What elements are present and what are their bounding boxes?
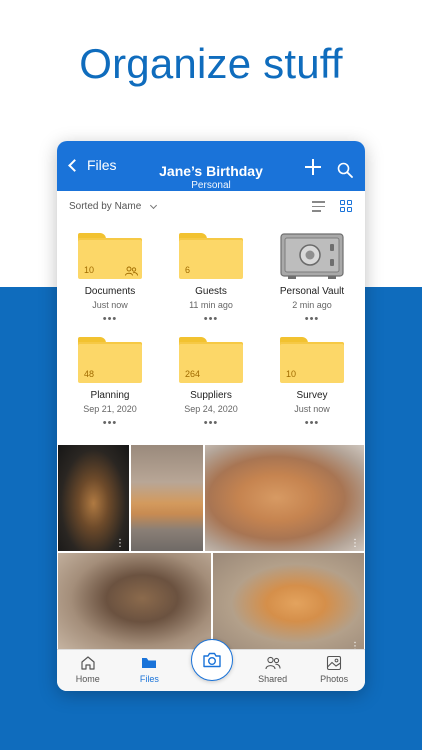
folder-icon: 264: [179, 337, 243, 383]
nav-shared[interactable]: Shared: [242, 650, 304, 691]
search-icon[interactable]: [337, 162, 353, 178]
folder-item-planning[interactable]: 48 Planning Sep 21, 2020 •••: [69, 337, 151, 441]
folder-grid: 10 Documents Just now ••• 6 Guests 11 mi…: [57, 233, 365, 441]
phone-screen: Files Jane’s Birthday Personal Sorted by…: [57, 141, 365, 691]
chevron-down-icon: [150, 201, 158, 209]
more-options-icon[interactable]: •••: [305, 418, 320, 429]
folder-name: Guests: [195, 286, 227, 297]
nav-shared-label: Shared: [258, 674, 288, 684]
folder-item-survey[interactable]: 10 Survey Just now •••: [271, 337, 353, 441]
nav-home[interactable]: Home: [57, 650, 119, 691]
folder-item-guests[interactable]: 6 Guests 11 min ago •••: [170, 233, 252, 337]
nav-photos-label: Photos: [320, 674, 349, 684]
folder-count: 10: [84, 265, 95, 275]
folder-count: 48: [84, 369, 95, 379]
photo-thumbnail[interactable]: ⋮: [58, 445, 129, 551]
folder-name: Planning: [90, 390, 130, 401]
vault-safe-icon: [280, 233, 344, 279]
folder-date: 11 min ago: [189, 300, 233, 310]
grid-view-icon[interactable]: [340, 200, 353, 213]
folder-item-documents[interactable]: 10 Documents Just now •••: [69, 233, 151, 337]
camera-icon: [203, 652, 221, 668]
photos-icon: [327, 655, 342, 671]
folder-icon: 10: [78, 233, 142, 279]
more-options-icon[interactable]: •••: [103, 314, 118, 325]
folder-item-personal-vault[interactable]: Personal Vault 2 min ago •••: [271, 233, 353, 337]
folder-date: Sep 24, 2020: [184, 404, 238, 414]
folder-icon: 6: [179, 233, 243, 279]
folder-count: 10: [286, 369, 297, 379]
sort-bar: Sorted by Name: [57, 197, 365, 223]
folder-date: 2 min ago: [292, 300, 332, 310]
folder-count: 6: [185, 265, 191, 275]
more-options-icon[interactable]: •••: [204, 418, 219, 429]
home-icon: [81, 656, 95, 670]
sort-label: Sorted by Name: [69, 201, 142, 212]
add-icon[interactable]: [305, 159, 321, 175]
photo-thumbnail[interactable]: ⋮: [213, 553, 364, 654]
folder-date: Just now: [92, 300, 128, 310]
photo-thumbnail[interactable]: [131, 445, 203, 551]
folder-item-suppliers[interactable]: 264 Suppliers Sep 24, 2020 •••: [170, 337, 252, 441]
photo-thumbnail[interactable]: [58, 553, 211, 654]
more-options-icon[interactable]: ⋮: [350, 539, 360, 549]
folder-count: 264: [185, 369, 201, 379]
nav-photos[interactable]: Photos: [303, 650, 365, 691]
folder-name: Documents: [84, 286, 136, 297]
more-options-icon[interactable]: •••: [305, 314, 320, 325]
more-options-icon[interactable]: •••: [204, 314, 219, 325]
folder-icon: 48: [78, 337, 142, 383]
folder-name: Survey: [296, 390, 328, 401]
photo-grid: ⋮ ⋮ ⋮: [57, 444, 365, 654]
photo-thumbnail[interactable]: ⋮: [205, 445, 364, 551]
camera-button[interactable]: [191, 639, 233, 681]
folder-date: Just now: [294, 404, 330, 414]
folder-row: 10 Documents Just now ••• 6 Guests 11 mi…: [57, 233, 365, 337]
nav-files[interactable]: Files: [119, 650, 181, 691]
list-view-icon[interactable]: [312, 201, 325, 213]
folder-name: Suppliers: [190, 390, 232, 401]
page-subtitle: Personal: [191, 180, 231, 191]
folder-icon: 10: [280, 337, 344, 383]
sort-dropdown[interactable]: Sorted by Name: [69, 201, 158, 212]
nav-files-label: Files: [139, 674, 159, 684]
folder-icon: [142, 658, 157, 668]
shared-people-icon: [125, 266, 138, 276]
more-options-icon[interactable]: ⋮: [115, 539, 125, 549]
hero-title: Organize stuff: [79, 40, 343, 87]
shared-people-icon: [265, 656, 281, 670]
folder-date: Sep 21, 2020: [83, 404, 137, 414]
folder-row: 48 Planning Sep 21, 2020 ••• 264 Supplie…: [57, 337, 365, 441]
nav-home-label: Home: [75, 674, 100, 684]
more-options-icon[interactable]: •••: [103, 418, 118, 429]
folder-name: Personal Vault: [279, 286, 345, 297]
app-header: Files Jane’s Birthday Personal: [57, 141, 365, 191]
